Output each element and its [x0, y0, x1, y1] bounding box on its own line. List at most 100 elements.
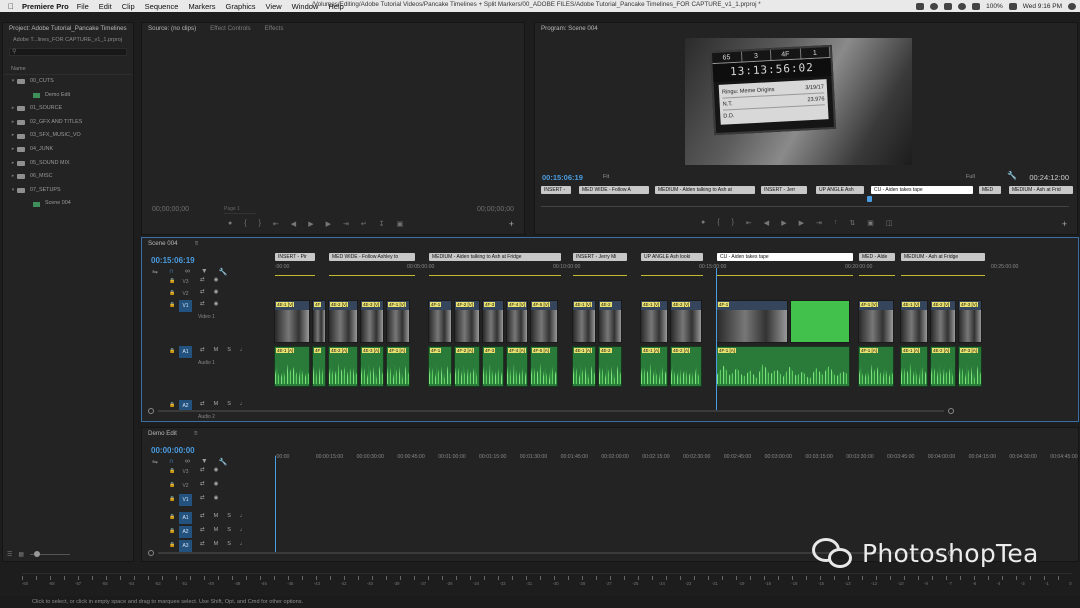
lock-icon[interactable]: 🔒 [169, 542, 175, 548]
program-marker[interactable]: INSERT - [541, 186, 571, 194]
icon-view-icon[interactable]: ▦ [18, 551, 24, 558]
program-marker[interactable]: CU - Aiden takes tape [871, 186, 973, 194]
step-back-icon[interactable]: ◀ [764, 219, 769, 227]
search-icon[interactable] [1068, 2, 1076, 10]
sync-lock-icon[interactable]: ⇄ [200, 277, 205, 283]
video-clip[interactable]: 4F-1 [V] [858, 300, 894, 343]
program-video-frame[interactable]: 65 3 4F 1 13:13:56:02 Ringu: Meme Origin… [685, 38, 912, 165]
add-marker-icon[interactable]: ▼ [201, 268, 208, 276]
audio-clip[interactable]: 4E-1 [A] [274, 346, 310, 387]
microphone-icon[interactable]: ♩ [240, 401, 246, 407]
menu-view[interactable]: View [266, 2, 282, 11]
sequence-marker[interactable]: MED - Alde [859, 253, 895, 261]
mute-button[interactable]: M [214, 401, 219, 407]
program-playhead[interactable] [867, 196, 872, 202]
extract-icon[interactable]: ⇅ [849, 219, 855, 227]
wrench-icon[interactable]: 🔧 [219, 458, 228, 466]
video-clip[interactable]: 4F-5 [V] [530, 300, 558, 343]
bin-item[interactable]: ▸ 05_SOUND MIX [3, 157, 133, 171]
menu-clip[interactable]: Clip [122, 2, 135, 11]
lock-icon[interactable]: 🔒 [169, 468, 175, 474]
video-clip[interactable]: 4E-1 [V] [274, 300, 310, 343]
sync-lock-icon[interactable]: ⇄ [200, 289, 205, 295]
disclosure-triangle-icon[interactable]: ▾ [9, 75, 17, 89]
solo-button[interactable]: S [227, 513, 231, 519]
lift-icon[interactable]: ↑ [834, 219, 838, 227]
battery-icon[interactable] [1008, 2, 1017, 10]
audio-clip[interactable]: 4E-2 [A] [328, 346, 358, 387]
eye-icon[interactable]: ◉ [214, 481, 219, 487]
disclosure-triangle-icon[interactable]: ▸ [9, 170, 17, 184]
time-ruler[interactable]: :00:00 00:00:15:00 00:00:30:00 00:00:45:00 0… [275, 454, 1078, 462]
wifi-icon[interactable] [958, 2, 967, 10]
audio-clip[interactable]: 4E-2 [A] [930, 346, 956, 387]
tab-effect-controls[interactable]: Effect Controls [210, 23, 250, 35]
mark-out-icon[interactable]: } [259, 220, 261, 228]
go-to-in-icon[interactable]: ⇤ [273, 220, 279, 228]
program-playhead-timecode[interactable]: 00:15:06:19 [542, 173, 583, 182]
program-marker[interactable]: MED [979, 186, 1001, 194]
menu-sequence[interactable]: Sequence [145, 2, 179, 11]
sync-lock-icon[interactable]: ⇄ [200, 401, 205, 407]
overwrite-icon[interactable]: ↧ [379, 220, 385, 228]
disclosure-triangle-icon[interactable]: ▸ [9, 102, 17, 116]
track-target-toggle[interactable]: V3 [179, 466, 192, 478]
video-clip[interactable]: 4E-1 [V] [640, 300, 668, 343]
mute-button[interactable]: M [214, 347, 219, 353]
video-clip[interactable]: 4F-2 [V] [454, 300, 480, 343]
audio-clip[interactable]: 4E-2 [A] [670, 346, 702, 387]
sequence-marker[interactable]: INSERT - Jerry Mi [573, 253, 627, 261]
apple-icon[interactable]:  [0, 2, 22, 11]
track-target-toggle[interactable]: A2 [179, 526, 192, 538]
sequence-marker[interactable]: MEDIUM - Aiden talking to Ash at Fridge [429, 253, 561, 261]
sync-lock-icon[interactable]: ⇄ [200, 347, 205, 353]
project-panel-title[interactable]: Project: Adobe Tutorial_Pancake Timeline… [3, 23, 133, 35]
program-marker[interactable]: INSERT - Jerr [761, 186, 807, 194]
sequence-marker[interactable]: CU - Aiden takes tape [717, 253, 853, 261]
solo-button[interactable]: S [227, 401, 231, 407]
disclosure-triangle-icon[interactable]: ▾ [9, 184, 17, 198]
track-target-toggle[interactable]: V1 [179, 494, 192, 506]
step-forward-icon[interactable]: ▶ [799, 219, 804, 227]
go-to-in-icon[interactable]: ⇤ [746, 219, 752, 227]
panel-menu-icon[interactable]: ≡ [194, 428, 198, 440]
app-menu[interactable]: Premiere Pro [22, 2, 69, 11]
video-clip[interactable]: 4F-3 [482, 300, 504, 343]
add-marker-icon[interactable]: ● [228, 220, 232, 228]
sync-lock-icon[interactable]: ⇄ [200, 481, 205, 487]
timeline-scrollbar[interactable] [148, 408, 954, 414]
audio-clip[interactable]: 4F-1 [A] [716, 346, 850, 387]
microphone-icon[interactable]: ♩ [240, 527, 246, 533]
video-clip[interactable]: 4E-2 [V] [930, 300, 956, 343]
timeline-playhead-timecode[interactable]: 00:15:06:19 [151, 256, 195, 265]
audio-clip[interactable]: 4F-1 [428, 346, 452, 387]
lock-icon[interactable]: 🔒 [169, 528, 175, 534]
mute-button[interactable]: M [214, 527, 219, 533]
page-select[interactable]: Page 1 [224, 206, 256, 214]
lock-icon[interactable]: 🔒 [169, 348, 175, 354]
program-marker[interactable]: MEDIUM - Alden talking to Ash at [655, 186, 755, 194]
program-marker[interactable]: MEDIUM - Ash at Frid [1009, 186, 1073, 194]
creative-cloud-icon[interactable] [916, 2, 925, 10]
disclosure-triangle-icon[interactable]: ▸ [9, 143, 17, 157]
snap-icon[interactable]: ∩ [169, 458, 174, 466]
eye-icon[interactable]: ◉ [214, 289, 219, 295]
snap-icon[interactable]: ∩ [169, 268, 174, 276]
bin-item[interactable]: ▸ 04_JUNK [3, 143, 133, 157]
video-clip[interactable]: 4E-2 [598, 300, 622, 343]
disclosure-triangle-icon[interactable]: ▸ [9, 116, 17, 130]
eye-icon[interactable]: ◉ [214, 467, 219, 473]
bin-item[interactable]: ▾ 07_SETUPS [3, 184, 133, 198]
sequence-name[interactable]: Demo Edit [148, 428, 177, 440]
lock-icon[interactable]: 🔒 [169, 302, 175, 308]
step-forward-icon[interactable]: ▶ [326, 220, 331, 228]
add-marker-icon[interactable]: ▼ [201, 458, 208, 466]
insert-nest-icon[interactable]: ⇋ [152, 268, 158, 276]
track-target-toggle[interactable]: V3 [179, 276, 192, 288]
tab-effects[interactable]: Effects [265, 23, 284, 35]
sync-icon[interactable] [930, 2, 939, 10]
linked-selection-icon[interactable]: ∞ [185, 268, 190, 276]
eye-icon[interactable]: ◉ [214, 277, 219, 283]
audio-clip[interactable]: 4E-1 [A] [900, 346, 928, 387]
audio-clip[interactable]: 4F-2 [A] [454, 346, 480, 387]
